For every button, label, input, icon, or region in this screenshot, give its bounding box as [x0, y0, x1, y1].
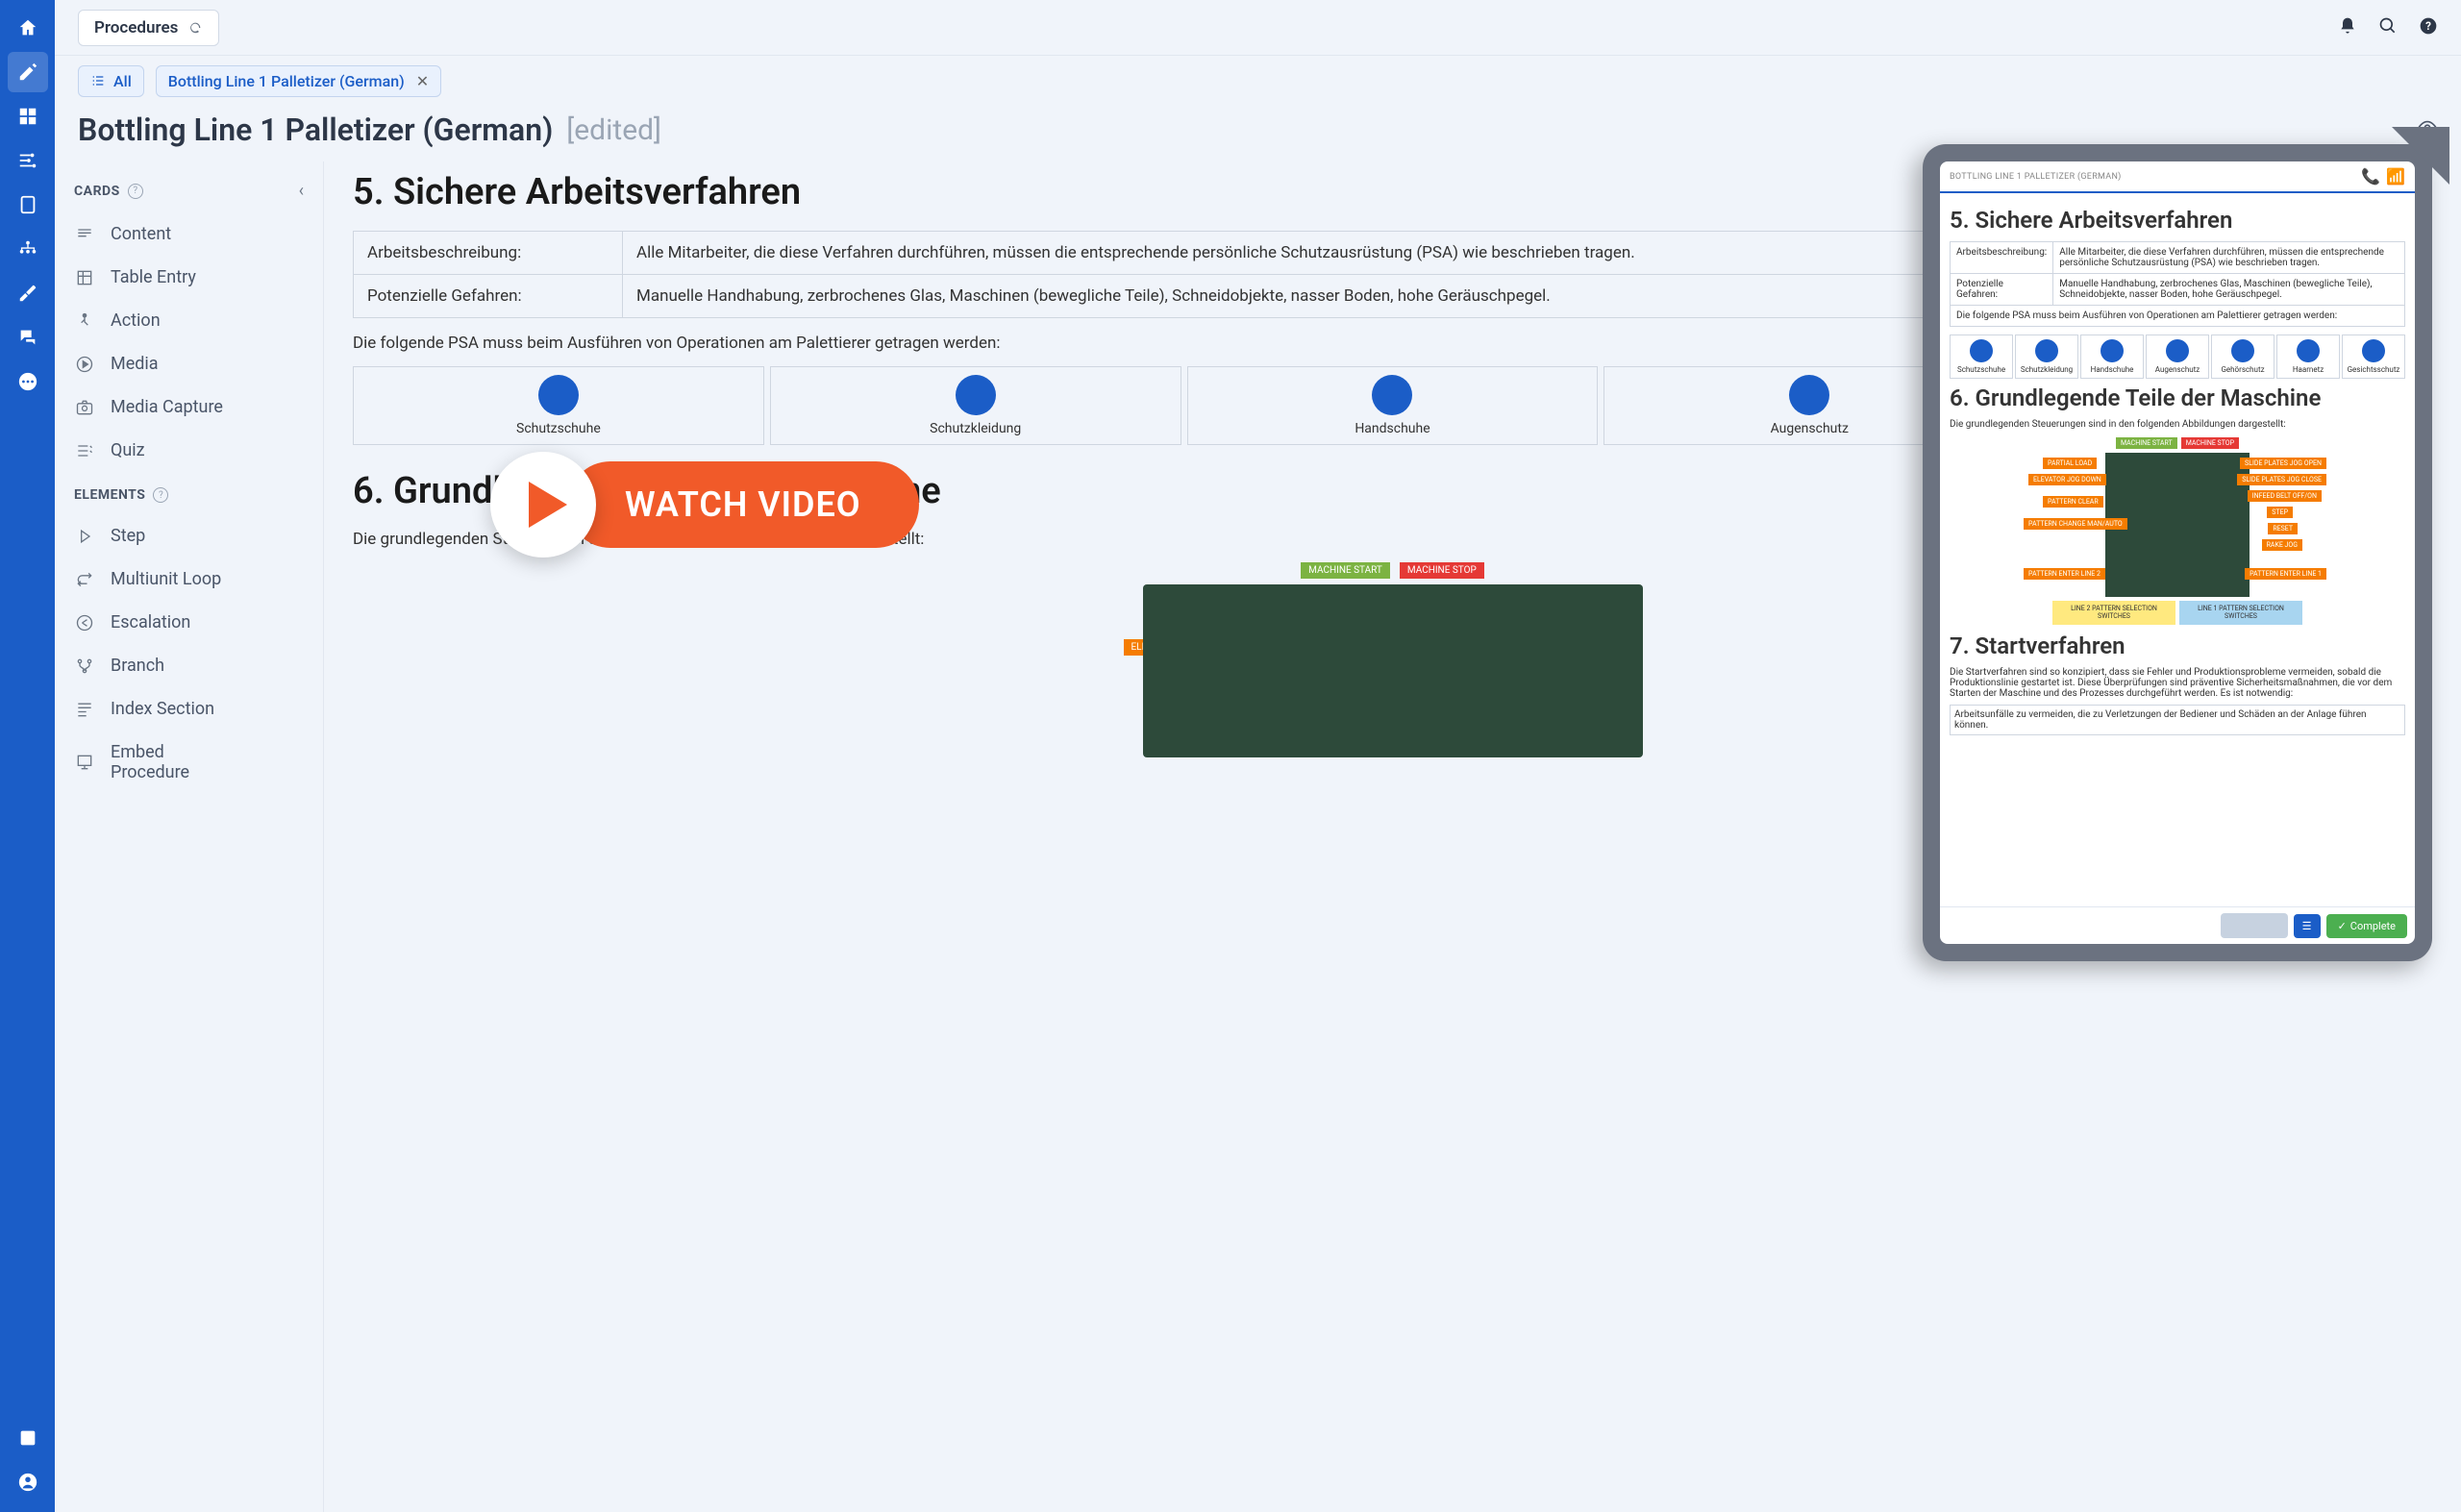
- t-section-5-table: Arbeitsbeschreibung:Alle Mitarbeiter, di…: [1950, 241, 2405, 327]
- check-icon: ✓: [2338, 920, 2347, 932]
- nav-more[interactable]: [8, 361, 48, 402]
- procedures-label: Procedures: [94, 18, 178, 37]
- t-section-5-title: 5. Sichere Arbeitsverfahren: [1950, 207, 2405, 234]
- nav-tools[interactable]: [8, 273, 48, 313]
- close-tab-icon[interactable]: ✕: [416, 72, 429, 90]
- nav-org[interactable]: [8, 229, 48, 269]
- list-icon: [90, 73, 106, 88]
- nav-sidebar: [0, 0, 55, 1512]
- nav-grid[interactable]: [8, 96, 48, 136]
- element-step[interactable]: Step: [64, 514, 313, 558]
- ppe-icon: [1789, 375, 1829, 415]
- t-controls-diagram: MACHINE START MACHINE STOP PARTIAL LOAD …: [2052, 437, 2302, 625]
- tab-document-label: Bottling Line 1 Palletizer (German): [168, 72, 405, 90]
- element-index-section[interactable]: Index Section: [64, 687, 313, 731]
- card-action[interactable]: Action: [64, 299, 313, 342]
- tablet-preview: BOTTLING LINE 1 PALLETIZER (GERMAN) 📞 📶 …: [1923, 144, 2432, 961]
- wifi-icon: 📶: [2386, 167, 2405, 186]
- play-button[interactable]: [490, 452, 596, 558]
- procedures-button[interactable]: Procedures: [78, 10, 219, 46]
- collapse-icon[interactable]: ‹: [299, 181, 304, 201]
- tablet-header: BOTTLING LINE 1 PALLETIZER (GERMAN) 📞 📶: [1940, 161, 2415, 193]
- nav-account[interactable]: [8, 1462, 48, 1502]
- element-escalation[interactable]: Escalation: [64, 601, 313, 644]
- tab-all-label: All: [113, 72, 132, 90]
- page-title: Bottling Line 1 Palletizer (German): [78, 112, 553, 148]
- nav-sliders[interactable]: [8, 140, 48, 181]
- card-quiz[interactable]: Quiz: [64, 429, 313, 472]
- watch-video-overlay[interactable]: WATCH VIDEO: [490, 452, 919, 558]
- ppe-icon: [538, 375, 579, 415]
- cards-header: CARDS ? ‹: [64, 175, 313, 207]
- tab-all[interactable]: All: [78, 65, 144, 97]
- help-icon[interactable]: ?: [2419, 16, 2438, 39]
- tablet-menu-button[interactable]: ☰: [2294, 914, 2321, 938]
- element-multiunit-loop[interactable]: Multiunit Loop: [64, 558, 313, 601]
- tablet-prev-button[interactable]: [2221, 913, 2288, 938]
- element-embed-procedure[interactable]: Embed Procedure: [64, 731, 313, 794]
- nav-library[interactable]: [8, 1418, 48, 1458]
- help-hint-icon[interactable]: ?: [153, 487, 168, 503]
- tablet-footer: ☰ ✓Complete: [1940, 906, 2415, 944]
- nav-chat[interactable]: [8, 317, 48, 358]
- card-content[interactable]: Content: [64, 212, 313, 256]
- tab-document[interactable]: Bottling Line 1 Palletizer (German) ✕: [156, 65, 441, 97]
- ppe-icon: [1372, 375, 1412, 415]
- refresh-icon: [187, 20, 203, 36]
- controls-diagram: MACHINE START MACHINE STOP PARTIAL LOAD …: [1143, 562, 1643, 757]
- nav-edit[interactable]: [8, 52, 48, 92]
- element-branch[interactable]: Branch: [64, 644, 313, 687]
- card-media-capture[interactable]: Media Capture: [64, 385, 313, 429]
- card-table-entry[interactable]: Table Entry: [64, 256, 313, 299]
- tabs-row: All Bottling Line 1 Palletizer (German) …: [55, 56, 2461, 106]
- tablet-body[interactable]: 5. Sichere Arbeitsverfahren Arbeitsbesch…: [1940, 193, 2415, 906]
- topbar: Procedures ?: [55, 0, 2461, 56]
- play-icon: [529, 482, 567, 528]
- elements-header: ELEMENTS ?: [64, 482, 313, 508]
- nav-card[interactable]: [8, 185, 48, 225]
- notifications-icon[interactable]: [2338, 16, 2357, 39]
- help-hint-icon[interactable]: ?: [128, 184, 143, 199]
- watch-video-label[interactable]: WATCH VIDEO: [567, 461, 919, 548]
- tablet-complete-button[interactable]: ✓Complete: [2326, 914, 2407, 938]
- t-section-6-title: 6. Grundlegende Teile der Maschine: [1950, 384, 2405, 411]
- phone-icon: 📞: [2361, 167, 2380, 186]
- ppe-icon: [956, 375, 996, 415]
- nav-home[interactable]: [8, 8, 48, 48]
- card-media[interactable]: Media: [64, 342, 313, 385]
- t-section-7-title: 7. Startverfahren: [1950, 632, 2405, 659]
- svg-text:?: ?: [2425, 19, 2431, 33]
- edited-badge: [edited]: [566, 113, 661, 147]
- search-icon[interactable]: [2378, 16, 2398, 39]
- left-panel: CARDS ? ‹ Content Table Entry Action Med…: [55, 161, 324, 1512]
